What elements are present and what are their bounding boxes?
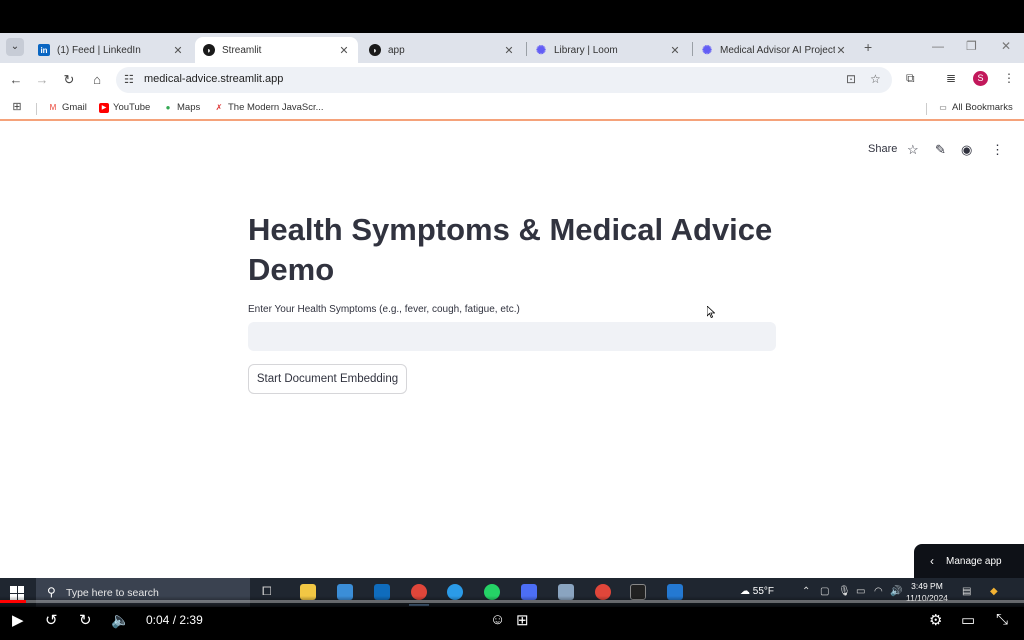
github-icon[interactable]: ◉ xyxy=(961,142,972,158)
video-progress-fill xyxy=(0,600,26,603)
tab-streamlit[interactable]: ◗ Streamlit ✕ xyxy=(195,37,358,63)
browser-window: ⌄ in (1) Feed | LinkedIn ✕ ◗ Streamlit ✕… xyxy=(0,33,1024,578)
restore-icon[interactable]: ❐ xyxy=(966,39,977,53)
browser-toolbar: ← → ↻ ⌂ ☷ medical-advice.streamlit.app ⊡… xyxy=(0,63,1024,96)
bookmark-label: The Modern JavaScr... xyxy=(228,102,324,113)
bookmark-modern-javascript[interactable]: ✗ The Modern JavaScr... xyxy=(214,102,324,113)
time-separator: / xyxy=(172,613,177,627)
play-icon[interactable]: ▶ xyxy=(12,611,24,629)
bookmark-gmail[interactable]: M Gmail xyxy=(48,102,87,113)
youtube-icon: ▶ xyxy=(99,102,109,113)
video-timecode: 0:04 / 2:39 xyxy=(146,613,203,627)
page-title: Health Symptoms & Medical Advice Demo xyxy=(248,212,773,287)
bookmark-separator xyxy=(36,103,37,115)
bookmark-separator xyxy=(926,103,927,115)
window-close-icon[interactable]: ✕ xyxy=(1001,39,1011,53)
close-icon[interactable]: ✕ xyxy=(338,44,350,57)
start-document-embedding-button[interactable]: Start Document Embedding xyxy=(248,364,407,394)
bookmark-label: Maps xyxy=(177,102,201,113)
manage-app-button[interactable]: ‹ Manage app xyxy=(914,544,1024,578)
edit-pencil-icon[interactable]: ✎ xyxy=(935,142,946,158)
profile-avatar[interactable]: S xyxy=(973,71,988,86)
maps-pin-icon: ● xyxy=(165,102,171,112)
tab-title: Streamlit xyxy=(222,44,262,56)
video-frame: ⌄ in (1) Feed | LinkedIn ✕ ◗ Streamlit ✕… xyxy=(0,0,1024,640)
symptoms-input[interactable] xyxy=(248,322,776,351)
url-text[interactable]: medical-advice.streamlit.app xyxy=(144,73,283,85)
duration: 2:39 xyxy=(179,613,203,627)
chevron-left-icon: ‹ xyxy=(930,554,934,568)
home-icon[interactable]: ⌂ xyxy=(89,72,105,87)
extensions-icon[interactable]: ⧉ xyxy=(906,71,915,86)
javascript-site-icon: ✗ xyxy=(215,102,223,112)
clock-time: 3:49 PM xyxy=(911,581,943,591)
current-time: 0:04 xyxy=(146,613,170,627)
bookmark-label: YouTube xyxy=(113,102,151,113)
loom-icon: ✺ xyxy=(535,43,547,57)
tab-title: (1) Feed | LinkedIn xyxy=(57,44,141,56)
new-tab-icon[interactable]: + xyxy=(864,39,872,55)
site-info-icon[interactable]: ☷ xyxy=(124,73,134,86)
bookmarks-bar: ⊞ M Gmail ▶ YouTube ● Maps ✗ The Modern … xyxy=(0,96,1024,121)
fast-forward-icon[interactable]: ↻ xyxy=(79,611,92,629)
tab-search-icon[interactable]: ⌄ xyxy=(6,38,24,56)
share-button[interactable]: Share xyxy=(868,143,897,155)
all-bookmarks-label: All Bookmarks xyxy=(952,102,1013,113)
tab-linkedin[interactable]: in (1) Feed | LinkedIn ✕ xyxy=(30,37,192,63)
all-bookmarks[interactable]: ▭ All Bookmarks xyxy=(938,102,1013,113)
tab-strip: ⌄ in (1) Feed | LinkedIn ✕ ◗ Streamlit ✕… xyxy=(0,33,1024,63)
streamlit-menu-icon[interactable]: ⋮ xyxy=(991,142,1004,158)
add-comment-icon[interactable]: ⊞ xyxy=(516,611,529,629)
manage-app-label: Manage app xyxy=(946,555,1002,567)
address-bar[interactable]: ☷ medical-advice.streamlit.app ⊡ ☆ xyxy=(116,67,892,93)
bookmark-star-icon[interactable]: ☆ xyxy=(870,72,881,86)
apps-grid-icon[interactable]: ⊞ xyxy=(12,102,26,113)
minimize-icon[interactable]: — xyxy=(932,39,944,53)
gmail-icon: M xyxy=(49,102,57,112)
bookmark-label: Gmail xyxy=(62,102,87,113)
symptoms-input-label: Enter Your Health Symptoms (e.g., fever,… xyxy=(248,304,520,315)
install-app-icon[interactable]: ⊡ xyxy=(846,72,856,86)
fullscreen-exit-icon[interactable]: ⤡ xyxy=(996,611,1008,628)
back-icon[interactable]: ← xyxy=(8,72,24,87)
folder-icon: ▭ xyxy=(939,102,947,112)
media-controls-icon[interactable]: ≣ xyxy=(946,71,956,85)
settings-gear-icon[interactable]: ⚙ xyxy=(929,611,942,629)
miniplayer-icon[interactable]: ▭ xyxy=(961,611,975,629)
close-icon[interactable]: ✕ xyxy=(172,44,184,57)
close-icon[interactable]: ✕ xyxy=(669,44,681,57)
tab-medical-advisor[interactable]: ✺ Medical Advisor AI Project C ✕ xyxy=(693,37,855,63)
letterbox-top xyxy=(0,0,1024,33)
linkedin-icon: in xyxy=(38,44,50,56)
close-icon[interactable]: ✕ xyxy=(503,44,515,57)
volume-player-icon[interactable]: 🔈 xyxy=(111,611,130,629)
bookmark-maps[interactable]: ● Maps xyxy=(163,102,201,113)
chrome-menu-icon[interactable]: ⋮ xyxy=(1003,71,1015,85)
loom-icon: ✺ xyxy=(701,43,713,57)
tab-title: Medical Advisor AI Project C xyxy=(720,44,835,56)
rewind-icon[interactable]: ↺ xyxy=(45,611,58,629)
tab-app[interactable]: ◗ app ✕ xyxy=(361,37,523,63)
emoji-reaction-icon[interactable]: ☺ xyxy=(490,611,505,628)
reload-icon[interactable]: ↻ xyxy=(61,72,77,88)
streamlit-page: Share ☆ ✎ ◉ ⋮ Health Symptoms & Medical … xyxy=(0,123,1024,578)
close-icon[interactable]: ✕ xyxy=(835,44,847,57)
tab-title: app xyxy=(388,44,405,56)
bookmark-youtube[interactable]: ▶ YouTube xyxy=(99,102,150,113)
streamlit-icon: ◗ xyxy=(203,44,215,56)
mouse-cursor-icon xyxy=(707,306,715,318)
streamlit-icon: ◗ xyxy=(369,44,381,56)
tab-loom-library[interactable]: ✺ Library | Loom ✕ xyxy=(527,37,689,63)
forward-icon[interactable]: → xyxy=(34,72,50,87)
video-progress-bar[interactable] xyxy=(0,600,1024,603)
tab-title: Library | Loom xyxy=(554,44,618,56)
star-icon[interactable]: ☆ xyxy=(907,142,919,158)
